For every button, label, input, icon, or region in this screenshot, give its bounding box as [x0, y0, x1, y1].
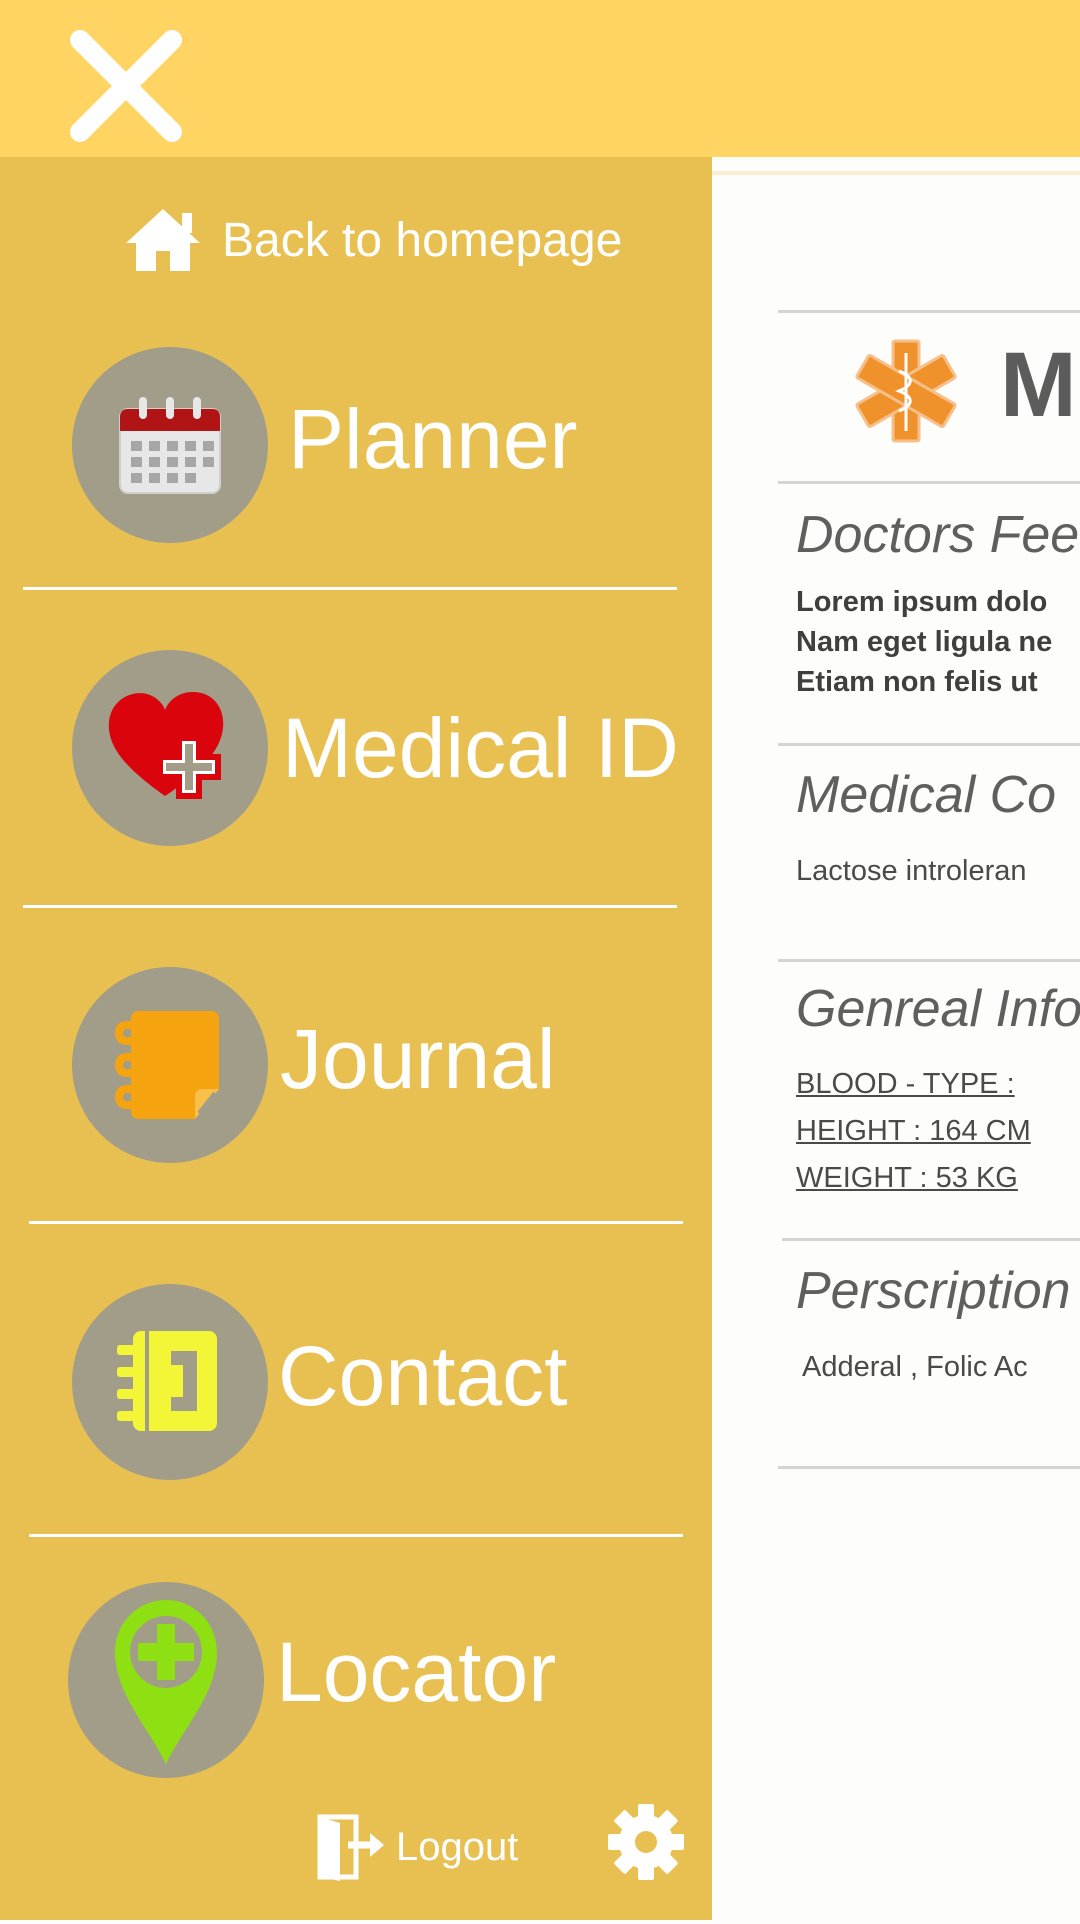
address-book-icon [117, 1331, 217, 1431]
medical-star-icon [855, 339, 957, 443]
navigation-drawer: Back to homepage Planner Medical ID Jour… [0, 157, 712, 1920]
page-title: M [1000, 334, 1077, 436]
notebook-icon [115, 1011, 219, 1119]
medical-id-page: M Doctors Fee Lorem ipsum dolo Nam eget … [712, 171, 1080, 1924]
divider [23, 587, 677, 590]
section-heading-prescriptions: Perscription [796, 1262, 1071, 1320]
divider [782, 1238, 1080, 1241]
back-to-homepage-link[interactable]: Back to homepage [122, 205, 622, 275]
general-info-line: BLOOD - TYPE : [796, 1068, 1015, 1100]
nav-label-locator: Locator [276, 1625, 557, 1719]
icon-circle [72, 347, 268, 543]
icon-circle [68, 1582, 264, 1778]
feedback-line: Nam eget ligula ne [796, 626, 1053, 658]
location-pin-plus-icon [115, 1600, 217, 1764]
nav-label-contact: Contact [278, 1329, 568, 1423]
nav-item-planner[interactable]: Planner [68, 347, 688, 547]
conditions-text: Lactose introleran [796, 855, 1027, 887]
divider [778, 310, 1080, 313]
calendar-icon [119, 397, 221, 494]
icon-circle [72, 1284, 268, 1480]
icon-circle [72, 650, 268, 846]
home-link-label: Back to homepage [222, 213, 623, 267]
divider [778, 959, 1080, 962]
divider [23, 905, 677, 908]
nav-item-contact[interactable]: Contact [68, 1284, 688, 1484]
nav-label-medical-id: Medical ID [282, 701, 679, 795]
top-bar [0, 0, 1080, 157]
feedback-line: Etiam non felis ut [796, 666, 1038, 698]
divider [778, 1466, 1080, 1469]
nav-item-medical-id[interactable]: Medical ID [68, 650, 688, 850]
nav-label-journal: Journal [280, 1012, 556, 1106]
divider [29, 1221, 683, 1224]
general-info-line: WEIGHT : 53 KG [796, 1162, 1018, 1194]
prescriptions-text: Adderal , Folic Ac [802, 1351, 1028, 1383]
home-icon [126, 209, 200, 271]
icon-circle [72, 967, 268, 1163]
divider [778, 743, 1080, 746]
section-heading-conditions: Medical Co [796, 766, 1057, 824]
feedback-line: Lorem ipsum dolo [796, 586, 1048, 618]
heart-plus-icon [108, 692, 224, 799]
gear-icon[interactable] [606, 1802, 686, 1882]
close-icon[interactable] [68, 28, 184, 144]
nav-item-locator[interactable]: Locator [64, 1582, 684, 1782]
logout-button[interactable]: Logout [314, 1811, 518, 1883]
divider [29, 1534, 683, 1537]
nav-label-planner: Planner [288, 392, 578, 486]
general-info-line: HEIGHT : 164 CM [796, 1115, 1031, 1147]
section-heading-feedback: Doctors Fee [796, 506, 1080, 564]
nav-item-journal[interactable]: Journal [68, 967, 688, 1167]
logout-door-icon [317, 1814, 384, 1881]
logout-label: Logout [396, 1824, 519, 1869]
divider [778, 481, 1080, 484]
section-heading-general: Genreal Info [796, 980, 1080, 1038]
